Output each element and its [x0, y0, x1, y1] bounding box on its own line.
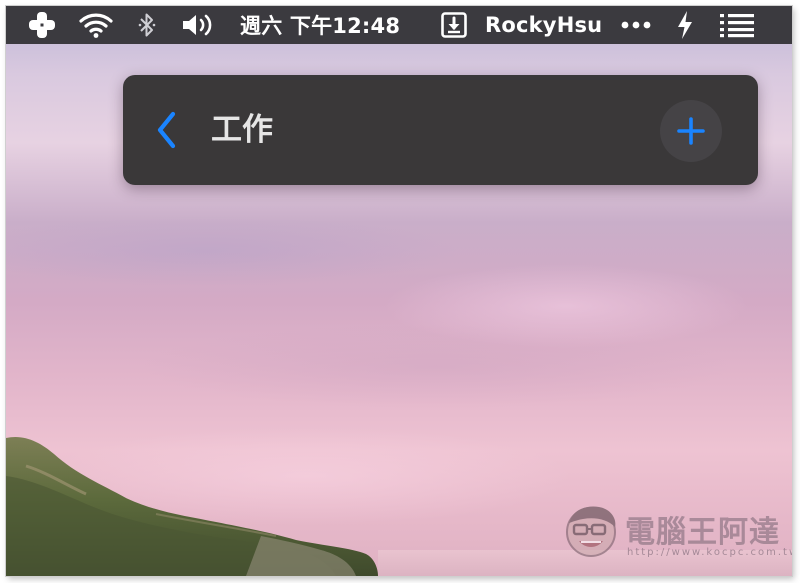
chevron-left-icon — [157, 111, 176, 149]
folder-panel: 工作 — [123, 75, 758, 185]
watermark-url: http://www.kocpc.com.tw — [627, 547, 792, 558]
coastal-hill — [6, 436, 378, 576]
download-icon[interactable] — [438, 6, 470, 44]
menubar-datetime[interactable]: 週六 下午12:48 — [240, 6, 400, 44]
watermark-title: 電腦王阿達 — [625, 515, 780, 550]
bluetooth-icon[interactable] — [134, 6, 160, 44]
panel-title: 工作 — [211, 112, 273, 148]
back-button[interactable] — [151, 108, 181, 152]
volume-icon[interactable] — [178, 6, 218, 44]
menubar-username[interactable]: RockyHsu — [485, 6, 602, 44]
menu-bar: 週六 下午12:48 RockyHsu — [6, 6, 792, 44]
plus-cross-icon[interactable] — [24, 6, 60, 44]
mascot-logo — [566, 506, 616, 557]
site-watermark: 電腦王阿達 http://www.kocpc.com.tw — [561, 501, 792, 567]
ellipsis-icon[interactable] — [618, 6, 654, 44]
wifi-icon[interactable] — [76, 6, 116, 44]
screen-frame: 週六 下午12:48 RockyHsu 工作 電腦王阿達 http://www.… — [6, 6, 792, 576]
add-button[interactable] — [660, 100, 722, 162]
plus-icon — [677, 117, 705, 145]
list-icon[interactable] — [717, 6, 757, 44]
lightning-icon[interactable] — [674, 6, 696, 44]
